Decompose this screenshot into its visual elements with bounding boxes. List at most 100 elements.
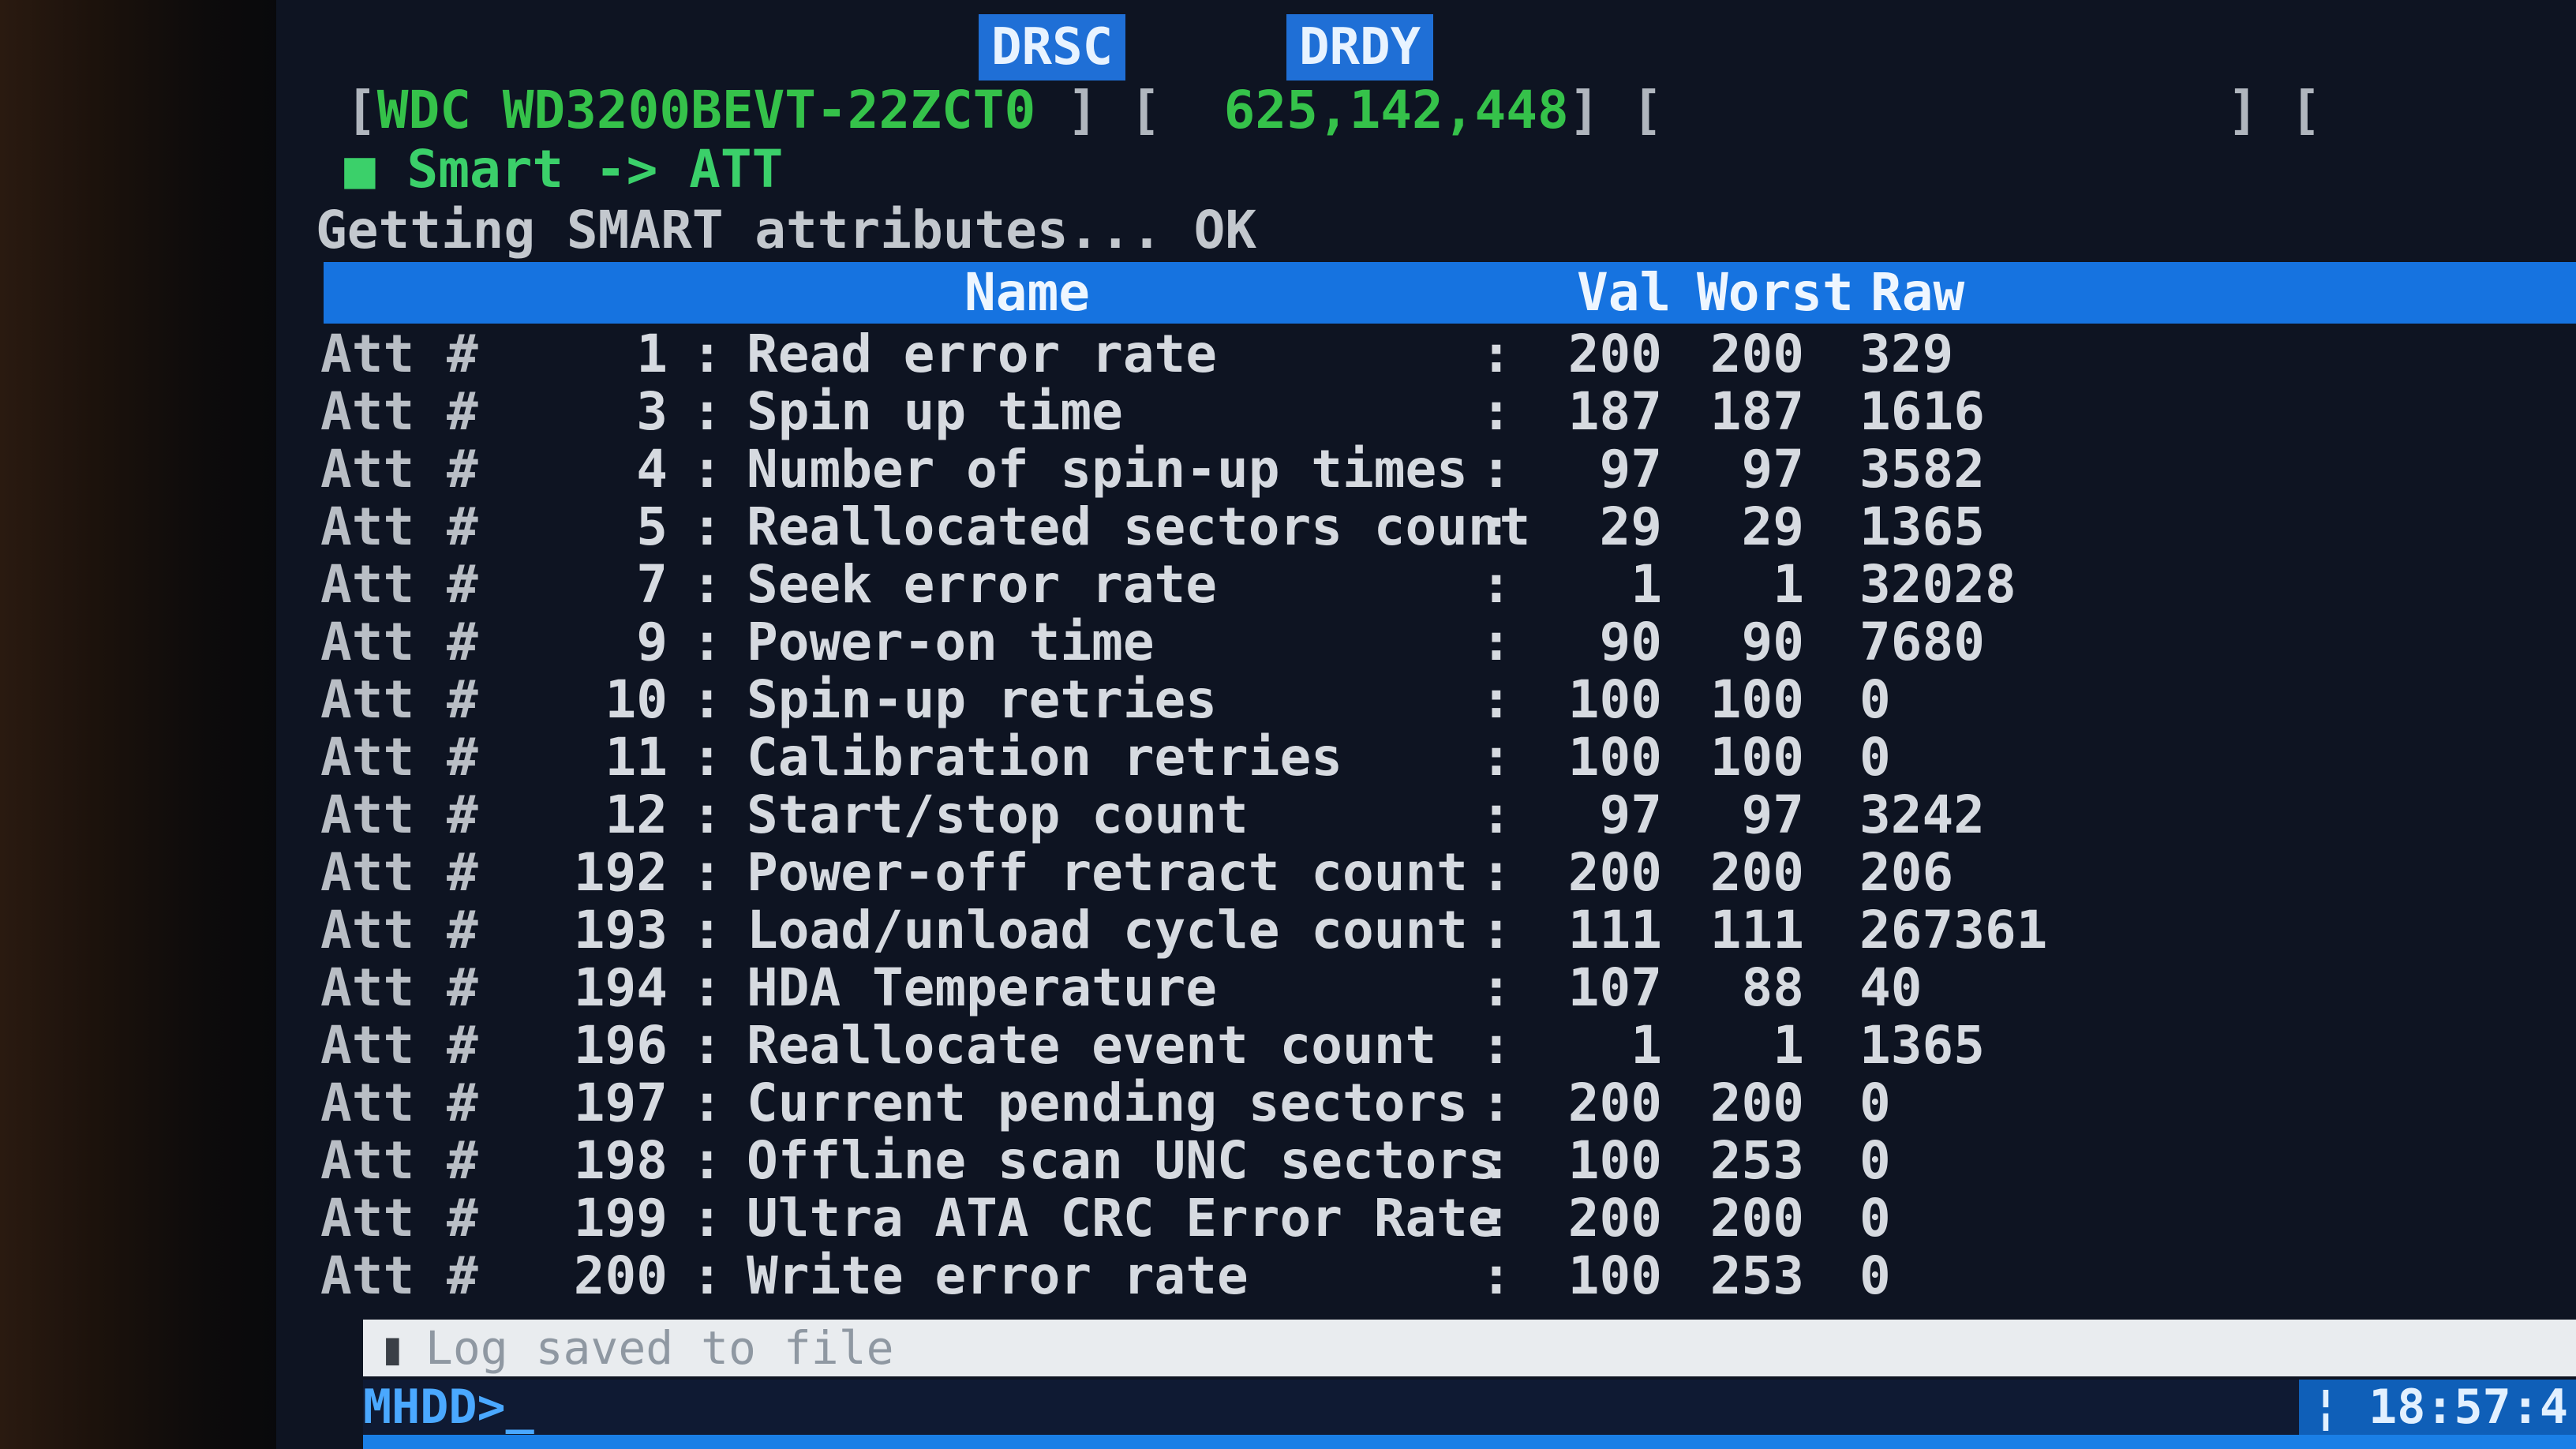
attribute-worst: 200 bbox=[1709, 842, 1804, 903]
attribute-name: Calibration retries bbox=[747, 727, 1342, 788]
attribute-value: 100 bbox=[1567, 1245, 1662, 1306]
attribute-raw: 0 bbox=[1859, 1188, 1891, 1249]
row-hash: # bbox=[447, 324, 478, 384]
separator-colon: : bbox=[1481, 784, 1512, 845]
attribute-id: 198 bbox=[573, 1130, 668, 1191]
row-prefix: Att bbox=[320, 1245, 415, 1306]
attribute-name: Seek error rate bbox=[747, 554, 1218, 615]
separator-colon: : bbox=[691, 381, 723, 442]
log-message: Log saved to file bbox=[425, 1321, 894, 1375]
attribute-raw: 0 bbox=[1859, 727, 1891, 788]
attribute-raw: 0 bbox=[1859, 1130, 1891, 1191]
attribute-value: 107 bbox=[1567, 957, 1662, 1018]
status-message: Getting SMART attributes... OK bbox=[316, 200, 1257, 260]
table-row: Att #9: Power-on time: 90 90 7680 bbox=[320, 613, 2372, 671]
table-row: Att #11: Calibration retries:100 100 0 bbox=[320, 728, 2372, 786]
row-prefix: Att bbox=[320, 554, 415, 615]
column-header-raw: Raw bbox=[1870, 262, 1965, 323]
attribute-raw: 3242 bbox=[1859, 784, 1985, 845]
row-hash: # bbox=[447, 957, 478, 1018]
table-row: Att #5: Reallocated sectors count:29 29 1365 bbox=[320, 498, 2372, 556]
separator-colon: : bbox=[1481, 1245, 1512, 1306]
attribute-name: Spin-up retries bbox=[747, 669, 1218, 730]
separator-colon: : bbox=[1481, 957, 1512, 1018]
attribute-raw: 0 bbox=[1859, 1073, 1891, 1133]
attribute-id: 200 bbox=[573, 1245, 668, 1306]
status-flag-drsc: DRSC bbox=[979, 14, 1126, 80]
attribute-worst: 100 bbox=[1709, 669, 1804, 730]
breadcrumb: ■ Smart -> ATT bbox=[344, 138, 783, 201]
row-prefix: Att bbox=[320, 381, 415, 442]
row-prefix: Att bbox=[320, 669, 415, 730]
separator-colon: : bbox=[691, 324, 723, 384]
attribute-id: 12 bbox=[605, 784, 668, 845]
attribute-value: 1 bbox=[1631, 554, 1662, 615]
row-prefix: Att bbox=[320, 439, 415, 500]
row-hash: # bbox=[447, 554, 478, 615]
row-hash: # bbox=[447, 1245, 478, 1306]
attribute-name: Reallocated sectors count bbox=[747, 496, 1531, 557]
attribute-id: 11 bbox=[605, 727, 668, 788]
command-prompt[interactable]: MHDD>_ bbox=[363, 1380, 2576, 1435]
breadcrumb-current: ATT bbox=[689, 139, 784, 200]
attribute-name: Current pending sectors bbox=[747, 1073, 1468, 1133]
separator-colon: : bbox=[1481, 554, 1512, 615]
attribute-value: 97 bbox=[1599, 439, 1662, 500]
attribute-value: 200 bbox=[1567, 1073, 1662, 1133]
separator-colon: : bbox=[691, 1130, 723, 1191]
row-prefix: Att bbox=[320, 900, 415, 960]
row-prefix: Att bbox=[320, 842, 415, 903]
attribute-raw: 1616 bbox=[1859, 381, 1985, 442]
separator-colon: : bbox=[691, 900, 723, 960]
attribute-worst: 200 bbox=[1709, 324, 1804, 384]
clock: ¦ 18:57:4 bbox=[2298, 1380, 2576, 1435]
attribute-value: 111 bbox=[1567, 900, 1662, 960]
drive-info-line: [WDC WD3200BEVT-22ZCT0 ] [ 625,142,448] … bbox=[346, 80, 2322, 140]
row-hash: # bbox=[447, 381, 478, 442]
attribute-id: 192 bbox=[573, 842, 668, 903]
table-row: Att #197: Current pending sectors:200 200 0 bbox=[320, 1074, 2372, 1132]
column-header-name: Name bbox=[964, 262, 1090, 323]
separator-colon: : bbox=[691, 439, 723, 500]
attribute-worst: 187 bbox=[1709, 381, 1804, 442]
attribute-id: 197 bbox=[573, 1073, 668, 1133]
separator-colon: : bbox=[1481, 669, 1512, 730]
row-hash: # bbox=[447, 669, 478, 730]
attribute-worst: 200 bbox=[1709, 1188, 1804, 1249]
table-row: Att #12: Start/stop count: 97 97 3242 bbox=[320, 786, 2372, 844]
row-hash: # bbox=[447, 784, 478, 845]
attribute-table: Att #1: Read error rate:200 200 329 Att #3: Spi… bbox=[320, 325, 2372, 1305]
row-hash: # bbox=[447, 1130, 478, 1191]
attribute-id: 196 bbox=[573, 1015, 668, 1076]
row-prefix: Att bbox=[320, 784, 415, 845]
attribute-id: 4 bbox=[636, 439, 668, 500]
row-hash: # bbox=[447, 1015, 478, 1076]
separator-colon: : bbox=[1481, 496, 1512, 557]
row-hash: # bbox=[447, 1073, 478, 1133]
log-bar: ▮ Log saved to file bbox=[363, 1320, 2576, 1376]
terminal-screen: DRSC DRDY [WDC WD3200BEVT-22ZCT0 ] [ 625… bbox=[276, 0, 2576, 1449]
row-prefix: Att bbox=[320, 727, 415, 788]
separator-colon: : bbox=[691, 842, 723, 903]
attribute-name: Write error rate bbox=[747, 1245, 1249, 1306]
attribute-worst: 111 bbox=[1709, 900, 1804, 960]
attribute-raw: 267361 bbox=[1859, 900, 2048, 960]
attribute-name: Read error rate bbox=[747, 324, 1218, 384]
row-prefix: Att bbox=[320, 324, 415, 384]
column-header-worst: Worst bbox=[1697, 262, 1854, 323]
bullet-icon: ■ bbox=[344, 139, 407, 200]
attribute-worst: 97 bbox=[1741, 784, 1804, 845]
attribute-worst: 90 bbox=[1741, 612, 1804, 672]
attribute-worst: 253 bbox=[1709, 1130, 1804, 1191]
attribute-value: 200 bbox=[1567, 842, 1662, 903]
attribute-value: 200 bbox=[1567, 1188, 1662, 1249]
table-row: Att #192: Power-off retract count:200 200 20… bbox=[320, 844, 2372, 901]
table-row: Att #193: Load/unload cycle count:111 111 26… bbox=[320, 901, 2372, 959]
attribute-name: Spin up time bbox=[747, 381, 1123, 442]
attribute-value: 97 bbox=[1599, 784, 1662, 845]
attribute-raw: 7680 bbox=[1859, 612, 1985, 672]
table-header: Name Val Worst Raw bbox=[324, 262, 2576, 324]
table-row: Att #200: Write error rate:100 253 0 bbox=[320, 1247, 2372, 1305]
separator-colon: : bbox=[691, 784, 723, 845]
attribute-value: 100 bbox=[1567, 727, 1662, 788]
